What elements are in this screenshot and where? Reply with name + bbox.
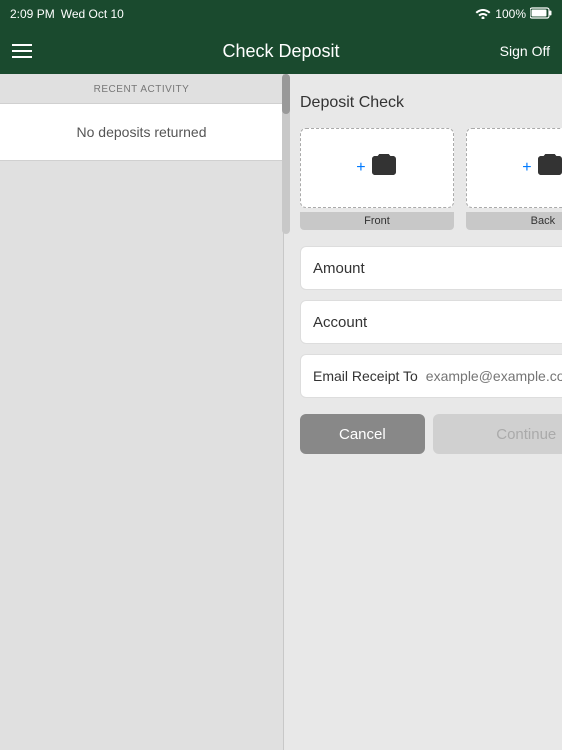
status-left: 2:09 PM Wed Oct 10 xyxy=(10,7,124,21)
battery-status: 100% xyxy=(495,7,526,21)
status-bar: 2:09 PM Wed Oct 10 100% xyxy=(0,0,562,28)
front-label: Front xyxy=(300,212,454,230)
cancel-button[interactable]: Cancel xyxy=(300,414,425,454)
front-camera-button[interactable]: + xyxy=(300,128,454,208)
scroll-indicator[interactable] xyxy=(282,74,290,234)
front-plus-icon: + xyxy=(356,159,365,177)
email-receipt-row: Email Receipt To xyxy=(300,354,562,398)
date: Wed Oct 10 xyxy=(61,7,124,21)
action-row: Cancel Continue xyxy=(300,414,562,454)
time: 2:09 PM xyxy=(10,7,55,21)
recent-activity-label: RECENT ACTIVITY xyxy=(0,74,283,103)
back-camera-button[interactable]: + xyxy=(466,128,562,208)
wifi-icon xyxy=(475,7,491,22)
camera-row: + Front + xyxy=(300,128,562,230)
nav-title: Check Deposit xyxy=(222,41,339,62)
amount-label: Amount xyxy=(313,260,365,277)
right-panel: Deposit Check + Front + xyxy=(284,74,562,750)
sign-off-button[interactable]: Sign Off xyxy=(500,43,550,59)
amount-field[interactable]: Amount › xyxy=(300,246,562,290)
battery-icon xyxy=(530,7,552,22)
status-right: 100% xyxy=(475,7,552,22)
account-label: Account xyxy=(313,314,367,331)
back-label: Back xyxy=(466,212,562,230)
front-camera-icon xyxy=(370,153,398,183)
main-layout: RECENT ACTIVITY No deposits returned Dep… xyxy=(0,74,562,750)
email-receipt-input[interactable] xyxy=(426,368,562,384)
nav-bar: Check Deposit Sign Off xyxy=(0,28,562,74)
back-camera-box: + Back xyxy=(466,128,562,230)
deposit-check-title: Deposit Check xyxy=(300,94,562,112)
email-receipt-label: Email Receipt To xyxy=(313,368,418,384)
left-panel: RECENT ACTIVITY No deposits returned xyxy=(0,74,284,750)
front-camera-box: + Front xyxy=(300,128,454,230)
no-deposits-message: No deposits returned xyxy=(0,103,283,161)
hamburger-menu-icon[interactable] xyxy=(12,44,32,58)
back-plus-icon: + xyxy=(522,159,531,177)
continue-button[interactable]: Continue xyxy=(433,414,562,454)
account-field[interactable]: Account › xyxy=(300,300,562,344)
back-camera-icon xyxy=(536,153,562,183)
scroll-thumb xyxy=(282,74,290,114)
